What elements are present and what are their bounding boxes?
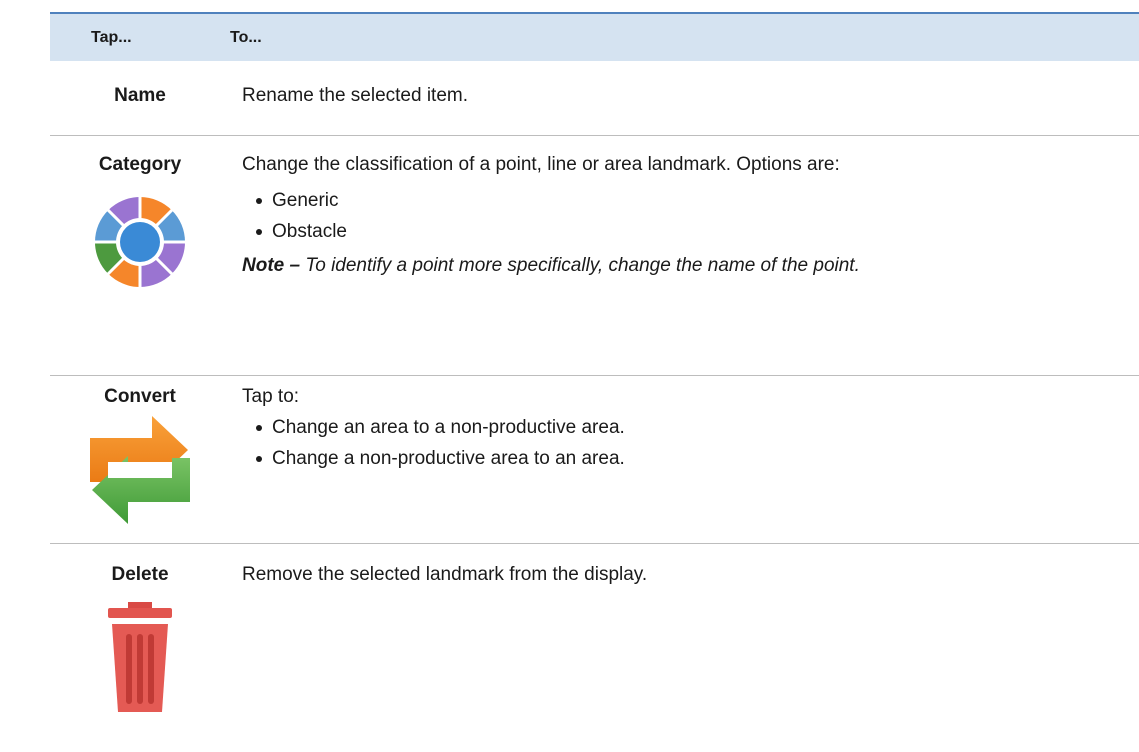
list-item: Change a non-productive area to an area. — [242, 443, 1139, 474]
desc-name: Rename the selected item. — [242, 85, 469, 106]
convert-options-list: Change an area to a non-productive area.… — [242, 412, 1139, 474]
table-row-category: Category Change the classification of a … — [50, 135, 1139, 375]
header-tap: Tap... — [50, 12, 230, 61]
tap-label-name: Name — [114, 85, 166, 106]
desc-convert: Tap to: — [242, 385, 300, 407]
note-label: Note – — [242, 254, 301, 276]
tap-label-convert: Convert — [104, 385, 176, 407]
desc-category: Change the classification of a point, li… — [242, 153, 840, 175]
tap-label-delete: Delete — [111, 563, 169, 585]
note: Note – To identify a point more specific… — [242, 250, 1139, 281]
category-wheel-icon — [94, 195, 186, 288]
reference-table: Tap... To... Name Rename the selected it… — [50, 12, 1139, 733]
tap-label-category: Category — [98, 153, 182, 175]
table-header-row: Tap... To... — [50, 12, 1139, 61]
trash-icon — [108, 601, 172, 712]
desc-delete: Remove the selected landmark from the di… — [242, 563, 648, 585]
category-options-list: Generic Obstacle — [242, 185, 1139, 247]
table-row-delete: Delete Remove the selected landmark from… — [50, 543, 1139, 733]
header-to: To... — [230, 12, 1139, 61]
note-text: To identify a point more specifically, c… — [300, 254, 860, 276]
table-row-name: Name Rename the selected item. — [50, 61, 1139, 135]
list-item: Generic — [242, 185, 1139, 216]
list-item: Change an area to a non-productive area. — [242, 412, 1139, 443]
table-row-convert: Convert Tap to: Change an area to a non-… — [50, 375, 1139, 543]
list-item: Obstacle — [242, 216, 1139, 247]
convert-arrows-icon — [90, 415, 190, 524]
